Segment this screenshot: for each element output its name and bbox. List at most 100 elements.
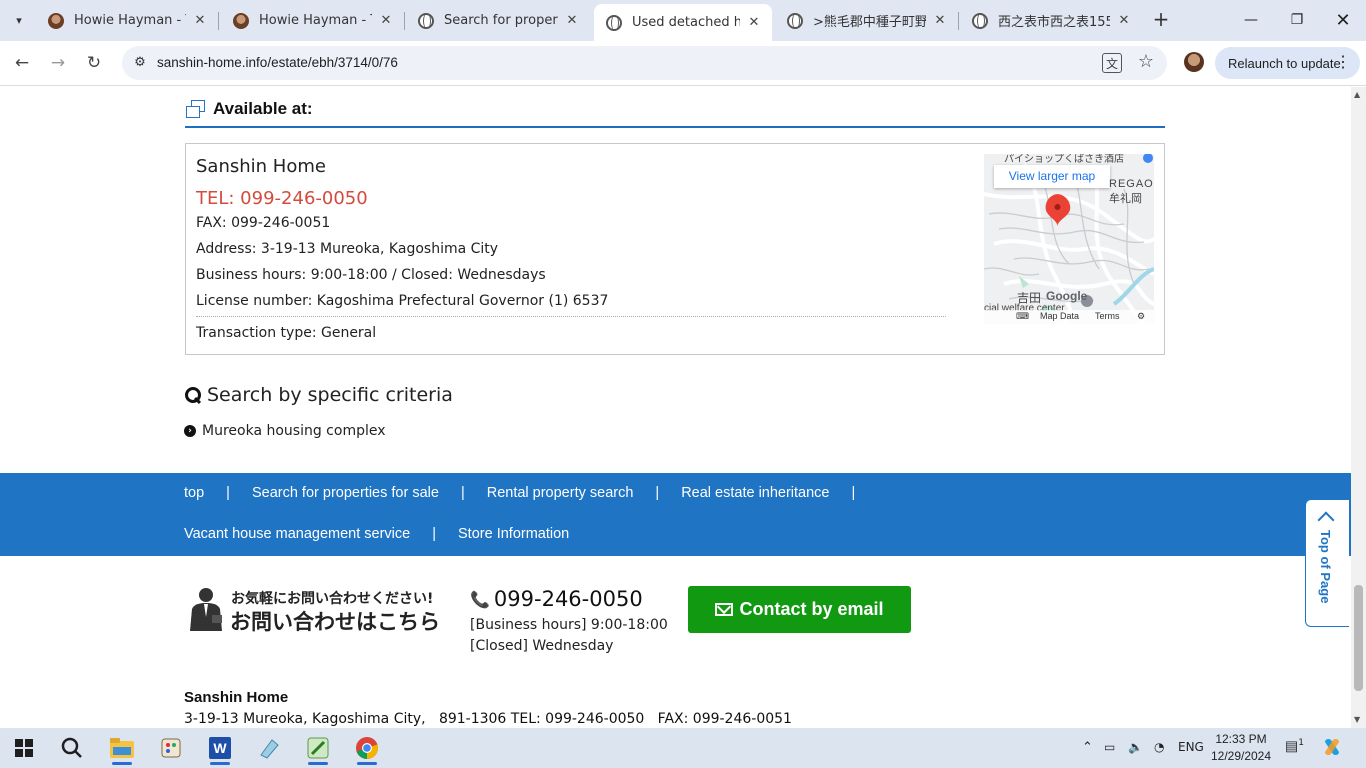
tab-title: Howie Hayman - Taki — [74, 13, 186, 28]
footer-link-rental-search[interactable]: Rental property search — [487, 485, 634, 501]
map-terms-link[interactable]: Terms — [1095, 311, 1120, 321]
close-icon[interactable]: ✕ — [932, 13, 948, 28]
page-viewport: Available at: Sanshin Home TEL: 099-246-… — [0, 87, 1366, 728]
map-data-link[interactable]: Map Data — [1040, 311, 1079, 321]
paint-app-icon[interactable] — [155, 732, 187, 764]
criteria-link-label[interactable]: Mureoka housing complex — [202, 423, 386, 439]
contact-hours: [Business hours] 9:00-18:00 — [470, 617, 668, 633]
file-explorer-icon[interactable] — [106, 732, 138, 765]
tab-title: Howie Hayman - Tho — [259, 13, 372, 28]
bookmark-star-icon[interactable]: ☆ — [1138, 51, 1154, 72]
restore-button[interactable]: ❐ — [1274, 0, 1320, 40]
tab-howie-hayman-1[interactable]: Howie Hayman - Taki ✕ — [36, 6, 218, 35]
tab-title: >熊毛郡中種子町野間 — [813, 15, 926, 30]
report-icon[interactable]: ⚙ — [1137, 311, 1145, 322]
windows-start-icon[interactable] — [8, 732, 40, 764]
url-text[interactable]: sanshin-home.info/estate/ebh/3714/0/76 — [157, 55, 398, 70]
scroll-down-arrow-icon[interactable]: ▼ — [1354, 715, 1360, 724]
shop-name: Sanshin Home — [196, 156, 326, 177]
reload-button[interactable]: ↻ — [80, 50, 108, 76]
forward-button[interactable]: → — [44, 50, 72, 76]
google-map[interactable]: パイショップくばさき酒店 View larger map REGAO 牟礼岡 吉… — [984, 154, 1154, 324]
notification-icon[interactable]: ▤1 — [1285, 738, 1304, 755]
scroll-up-arrow-icon[interactable]: ▲ — [1354, 90, 1360, 99]
close-icon[interactable]: ✕ — [1116, 13, 1132, 28]
profile-avatar[interactable] — [1184, 52, 1204, 72]
tab-howie-hayman-2[interactable]: Howie Hayman - Tho ✕ — [221, 6, 404, 35]
copilot-icon[interactable] — [1322, 737, 1342, 760]
criteria-link-mureoka[interactable]: › Mureoka housing complex — [184, 423, 386, 439]
language-indicator[interactable]: ENG — [1178, 740, 1204, 754]
notification-count: 1 — [1298, 738, 1304, 748]
map-label: パイショップくばさき酒店 — [1004, 154, 1124, 165]
search-icon — [185, 387, 201, 403]
phone-icon: 📞 — [470, 589, 490, 609]
globe-icon — [972, 12, 988, 29]
map-label: REGAO — [1109, 178, 1154, 190]
notes-app-icon[interactable] — [253, 732, 285, 764]
tab-search-properties[interactable]: Search for properties ✕ — [406, 6, 590, 35]
globe-icon — [606, 14, 622, 31]
minimize-button[interactable]: — — [1228, 0, 1274, 40]
contact-phone[interactable]: 📞 099-246-0050 — [470, 587, 643, 611]
footer-link-vacant-house[interactable]: Vacant house management service — [184, 526, 410, 542]
browser-toolbar: ← → ↻ ⚙ sanshin-home.info/estate/ebh/371… — [0, 41, 1366, 86]
businessman-icon — [190, 588, 222, 631]
footer-link-sale-search[interactable]: Search for properties for sale — [252, 485, 439, 501]
store-address: 3-19-13 Mureoka, Kagoshima City, 891-130… — [184, 711, 792, 727]
network-icon[interactable]: ▭ — [1104, 740, 1115, 754]
close-window-button[interactable]: ✕ — [1320, 0, 1366, 40]
footer-link-inheritance[interactable]: Real estate inheritance — [681, 485, 829, 501]
contact-phone-number[interactable]: 099-246-0050 — [494, 587, 643, 611]
close-icon[interactable]: ✕ — [564, 13, 580, 28]
relaunch-button[interactable]: Relaunch to update ⋮ — [1215, 47, 1360, 79]
tab-kumage[interactable]: >熊毛郡中種子町野間 ✕ — [775, 6, 958, 35]
chrome-icon[interactable] — [351, 732, 383, 765]
back-button[interactable]: ← — [8, 50, 36, 76]
site-info-icon[interactable]: ⚙ — [131, 54, 149, 72]
menu-dots-icon[interactable]: ⋮ — [1335, 52, 1351, 72]
new-tab-button[interactable]: + — [1149, 8, 1173, 32]
top-of-page-button[interactable]: Top of Page — [1305, 499, 1349, 627]
browser-tab-bar: ▾ Howie Hayman - Taki ✕ Howie Hayman - T… — [0, 0, 1366, 41]
footer-navigation: top | Search for properties for sale | Ren… — [0, 473, 1351, 556]
contact-heading: お問い合わせはこちら — [230, 610, 440, 634]
editor-app-icon[interactable] — [302, 732, 334, 765]
shop-address: Address: 3-19-13 Mureoka, Kagoshima City — [196, 241, 499, 257]
tab-search-button[interactable]: ▾ — [7, 8, 31, 32]
translate-icon[interactable]: 文 — [1102, 53, 1122, 73]
keyboard-icon[interactable]: ⌨ — [1016, 311, 1029, 322]
close-icon[interactable]: ✕ — [378, 13, 394, 28]
chevron-up-icon[interactable]: ⌃ — [1082, 740, 1093, 755]
close-icon[interactable]: ✕ — [192, 13, 208, 28]
tab-nishinoomote[interactable]: 西之表市西之表1552 ✕ — [960, 6, 1142, 35]
search-icon[interactable] — [56, 732, 88, 764]
tab-used-detached-house[interactable]: Used detached house ✕ — [594, 4, 772, 41]
footer-link-store-info[interactable]: Store Information — [458, 526, 569, 542]
word-app-icon[interactable]: W — [204, 732, 236, 765]
store-name: Sanshin Home — [184, 689, 289, 706]
page-scrollbar[interactable]: ▲ ▼ — [1351, 87, 1366, 728]
tab-title: Used detached house — [632, 15, 740, 30]
map-footer: ⌨ Map Data Terms ⚙ — [984, 310, 1154, 324]
shop-hours: Business hours: 9:00-18:00 / Closed: Wed… — [196, 267, 546, 283]
scrollbar-thumb[interactable] — [1354, 585, 1363, 691]
contact-email-button[interactable]: Contact by email — [688, 586, 911, 633]
close-icon[interactable]: ✕ — [746, 15, 762, 30]
contact-tagline: お気軽にお問い合わせください! — [231, 591, 434, 607]
chevron-up-icon — [1317, 511, 1335, 529]
footer-link-top[interactable]: top — [184, 485, 204, 501]
globe-icon — [787, 12, 803, 29]
view-larger-map-link[interactable]: View larger map — [994, 165, 1110, 188]
system-clock[interactable]: 12:33 PM 12/29/2024 — [1209, 731, 1273, 765]
contact-section: お気軽にお問い合わせください! お問い合わせはこちら 📞 099-246-005… — [0, 556, 1351, 728]
available-heading-text: Available at: — [213, 99, 313, 118]
address-bar[interactable]: ⚙ sanshin-home.info/estate/ebh/3714/0/76… — [122, 46, 1167, 80]
divider — [196, 316, 946, 317]
shop-license: License number: Kagoshima Prefectural Go… — [196, 293, 609, 309]
tab-title: 西之表市西之表1552 — [998, 15, 1110, 30]
volume-icon[interactable]: 🔈 — [1128, 740, 1143, 754]
shop-tel[interactable]: TEL: 099-246-0050 — [196, 188, 368, 209]
shop-info-box: Sanshin Home TEL: 099-246-0050 FAX: 099-… — [185, 143, 1165, 355]
wifi-icon[interactable]: ◔ — [1154, 740, 1164, 754]
